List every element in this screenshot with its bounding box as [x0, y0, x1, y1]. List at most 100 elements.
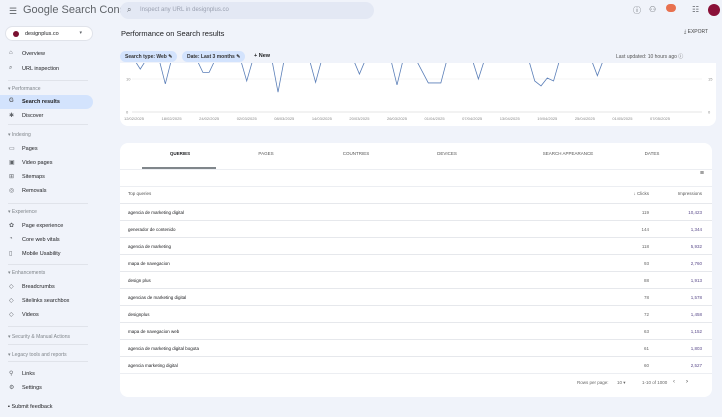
- rows-value: 10: [617, 380, 623, 385]
- table-row[interactable]: agencia de marketing 118 5,932: [120, 237, 712, 254]
- table-row[interactable]: mapa de navegacion web 63 1,152: [120, 322, 712, 339]
- sidebar-section[interactable]: ▾ Security & Manual Actions: [8, 334, 70, 340]
- table-row[interactable]: agencia de marketing digital bogota 61 1,8…: [120, 339, 712, 356]
- sidebar-item-mobile-usability[interactable]: ▯ Mobile Usability: [0, 247, 93, 261]
- filter-label: Date: Last 3 months: [187, 54, 235, 60]
- prev-page-button[interactable]: ‹: [673, 379, 675, 385]
- apps-icon[interactable]: ☷: [692, 5, 699, 14]
- table-row[interactable]: designplus 72 1,458: [120, 305, 712, 322]
- impressions-cell: 1,152: [690, 329, 702, 334]
- sidebar-item-overview[interactable]: ⌂ Overview: [0, 47, 93, 61]
- clicks-series-line: [135, 63, 603, 93]
- table-row[interactable]: agencia de marketing digital 119 10,423: [120, 203, 712, 220]
- diamond-icon: ◇: [9, 312, 14, 318]
- edit-icon: ✎: [236, 54, 241, 60]
- sidebar-item-video-pages[interactable]: ▣ Video pages: [0, 156, 93, 170]
- filter-icon[interactable]: ≡: [700, 170, 704, 177]
- page-range: 1-10 of 1000: [642, 380, 668, 385]
- links-icon: ⚲: [9, 371, 14, 377]
- query-cell: agencia de marketing: [128, 244, 172, 249]
- impressions-cell: 1,803: [690, 346, 702, 351]
- avatar[interactable]: [708, 4, 720, 16]
- sidebar-section[interactable]: ▾ Performance: [8, 86, 41, 92]
- x-tick-label: 07/05/2025: [650, 116, 671, 121]
- search-icon: ⌕: [127, 5, 132, 14]
- header-top-queries[interactable]: Top queries: [128, 191, 151, 196]
- feedback-label: Submit feedback: [11, 404, 53, 410]
- section-title: Enhancements: [11, 270, 46, 276]
- query-cell: agencia de marketing digital bogota: [128, 346, 200, 351]
- sidebar-item-label: Page experience: [22, 223, 64, 229]
- sidebar-item-core-web-vitals[interactable]: ◔ Core web vitals: [0, 233, 93, 247]
- chart-svg: 12/02/2025 18/02/2025 24/02/2025 02/03/2025…: [124, 63, 713, 121]
- sidebar-item-pages[interactable]: ▭ Pages: [0, 142, 93, 156]
- edit-icon: ✎: [168, 54, 173, 60]
- rows-per-page-select[interactable]: 10 ▾: [617, 380, 626, 386]
- clicks-cell: 72: [643, 312, 649, 317]
- search-input[interactable]: ⌕ Inspect any URL in designplus.co: [120, 2, 374, 19]
- sidebar-item-settings[interactable]: ⚙ Settings: [0, 381, 93, 395]
- sidebar-item-breadcrumbs[interactable]: ◇ Breadcrumbs: [0, 280, 93, 294]
- new-filter-button[interactable]: + New: [254, 53, 270, 59]
- tab-devices[interactable]: DEVICES: [407, 151, 487, 156]
- clicks-cell: 118: [641, 244, 649, 249]
- tab-pages[interactable]: PAGES: [226, 151, 306, 156]
- sidebar-section[interactable]: ▾ Enhancements: [8, 270, 45, 276]
- divider: [8, 124, 88, 125]
- x-tick-label: 08/03/2025: [274, 116, 295, 121]
- notifications-icon[interactable]: [666, 4, 676, 12]
- divider: [8, 361, 88, 362]
- sidebar-item-sitemaps[interactable]: ⊞ Sitemaps: [0, 170, 93, 184]
- table-row[interactable]: agencias de marketing digital 78 1,578: [120, 288, 712, 305]
- export-button[interactable]: ⤓ EXPORT: [684, 29, 708, 35]
- table-row[interactable]: generador de contenido 144 1,344: [120, 220, 712, 237]
- sidebar-section[interactable]: ▾ Indexing: [8, 132, 31, 138]
- sidebar-item-discover[interactable]: ✱ Discover: [0, 109, 93, 123]
- sidebar-item-search-results[interactable]: G Search results: [0, 95, 93, 109]
- impressions-cell: 2,527: [690, 363, 702, 368]
- query-cell: mapa de navegacion: [128, 261, 170, 266]
- header-impressions[interactable]: Impressions: [678, 191, 702, 196]
- impressions-cell: 1,344: [690, 227, 702, 232]
- x-tick-label: 26/03/2025: [387, 116, 408, 121]
- tab-dates[interactable]: DATES: [612, 151, 692, 156]
- section-title: Experience: [11, 209, 37, 215]
- next-page-button[interactable]: ›: [686, 379, 688, 385]
- sidebar-item-links[interactable]: ⚲ Links: [0, 367, 93, 381]
- sidebar-item-page-experience[interactable]: ✿ Page experience: [0, 219, 93, 233]
- tab-queries[interactable]: QUERIES: [140, 151, 220, 156]
- search-type-filter[interactable]: Search type: Web ✎: [120, 51, 178, 62]
- table-row[interactable]: agencia marketing digital 60 2,527: [120, 356, 712, 373]
- header-clicks[interactable]: ↓ Clicks: [633, 191, 649, 196]
- sidebar-item-url-inspection[interactable]: ⌕ URL inspection: [0, 62, 93, 76]
- sidebar-item-label: Core web vitals: [22, 237, 60, 243]
- sidebar-item-label: Removals: [22, 188, 47, 194]
- table-row[interactable]: design plus 88 1,913: [120, 271, 712, 288]
- sidebar-item-removals[interactable]: ◎ Removals: [0, 184, 93, 198]
- search-icon: ⌕: [9, 65, 13, 71]
- gauge-icon: ◔: [9, 236, 13, 242]
- y-right-tick-label: 0: [708, 110, 711, 115]
- help-icon[interactable]: ⓘ: [633, 5, 641, 16]
- sidebar-item-videos[interactable]: ◇ Videos: [0, 308, 93, 322]
- query-cell: agencia de marketing digital: [128, 210, 185, 215]
- x-tick-label: 24/02/2025: [199, 116, 220, 121]
- google-g-icon: G: [9, 98, 14, 104]
- section-title: Legacy tools and reports: [11, 352, 67, 358]
- property-selector[interactable]: designplus.co ▾: [5, 26, 93, 41]
- table-row[interactable]: mapa de navegacion 93 2,760: [120, 254, 712, 271]
- help-icon: ⓘ: [678, 54, 684, 60]
- sidebar-section[interactable]: ▾ Experience: [8, 209, 37, 215]
- sidebar-item-sitelinks-searchbox[interactable]: ◇ Sitelinks searchbox: [0, 294, 93, 308]
- query-cell: mapa de navegacion web: [128, 329, 180, 334]
- tab-search-appearance[interactable]: SEARCH APPEARANCE: [528, 151, 608, 156]
- submit-feedback[interactable]: ▪ Submit feedback: [8, 404, 52, 410]
- users-icon[interactable]: ⚇: [649, 5, 656, 14]
- sidebar-item-label: Video pages: [22, 160, 53, 166]
- sidebar-section[interactable]: ▾ Legacy tools and reports: [8, 352, 67, 358]
- tab-countries[interactable]: COUNTRIES: [316, 151, 396, 156]
- x-tick-label: 02/03/2025: [237, 116, 258, 121]
- impressions-cell: 5,932: [690, 244, 702, 249]
- menu-icon[interactable]: ☰: [9, 6, 17, 17]
- date-filter[interactable]: Date: Last 3 months ✎: [182, 51, 246, 62]
